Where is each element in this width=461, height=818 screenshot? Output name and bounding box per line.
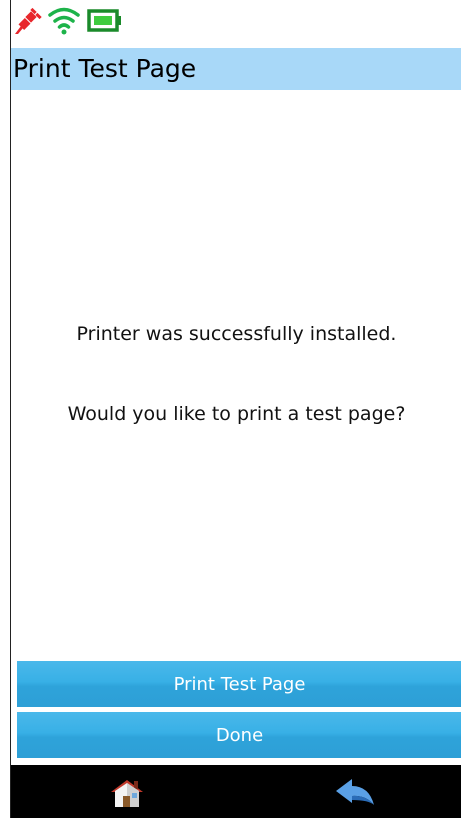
back-arrow-icon[interactable]	[333, 777, 377, 809]
home-icon[interactable]	[107, 777, 147, 809]
nav-bar	[11, 765, 461, 818]
install-success-message: Printer was successfully installed.	[76, 323, 397, 345]
title-bar: Print Test Page	[11, 48, 461, 90]
done-button[interactable]: Done	[17, 712, 461, 758]
device-screen: Print Test Page Printer was successfully…	[10, 0, 461, 818]
battery-icon	[87, 9, 121, 32]
plug-disconnected-icon	[15, 7, 42, 34]
page-title: Print Test Page	[13, 54, 197, 83]
status-bar	[11, 0, 461, 46]
print-test-page-button[interactable]: Print Test Page	[17, 661, 461, 707]
print-test-question: Would you like to print a test page?	[67, 403, 406, 425]
wifi-icon	[48, 7, 80, 35]
